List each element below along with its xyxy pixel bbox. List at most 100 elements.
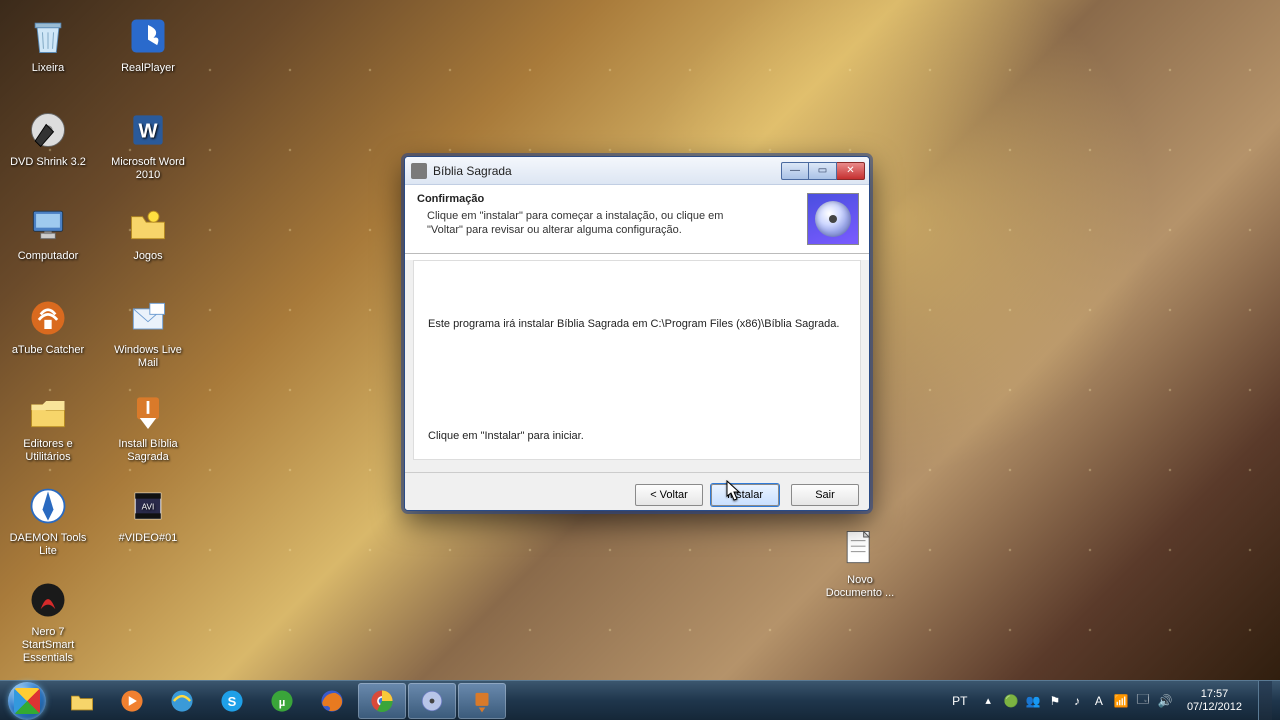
tray-flag-icon[interactable]: ⚑	[1047, 693, 1063, 709]
tray-battery-icon[interactable]: 🗔	[1135, 693, 1151, 709]
install-hint-text: Clique em "Instalar" para iniciar.	[428, 429, 846, 443]
tray-safe-remove-icon[interactable]: 🟢	[1003, 693, 1019, 709]
taskbar-items: Sµ	[54, 681, 506, 720]
windows-live-mail-icon	[124, 294, 172, 342]
dialog-header: Confirmação Clique em "instalar" para co…	[405, 185, 869, 254]
exit-button[interactable]: Sair	[791, 484, 859, 506]
close-button[interactable]: ✕	[837, 162, 865, 180]
cd-icon	[807, 193, 859, 245]
tray-wifi-icon[interactable]: 📶	[1113, 693, 1129, 709]
taskbar-item-disc[interactable]	[408, 683, 456, 719]
nero-icon	[24, 576, 72, 624]
taskbar: Sµ PT ▴ 🟢 👥 ⚑ ♪ A 📶 🗔 🔊 17:57 07/12/2012	[0, 680, 1280, 720]
disc-icon	[418, 687, 446, 715]
clock-time: 17:57	[1187, 688, 1242, 701]
desktop-icon-nero[interactable]: Nero 7 StartSmart Essentials	[8, 572, 88, 666]
taskbar-item-chrome[interactable]	[358, 683, 406, 719]
start-button[interactable]	[0, 681, 54, 720]
taskbar-item-firefox[interactable]	[308, 683, 356, 719]
dialog-footer: < Voltar Instalar Sair	[405, 473, 869, 511]
tray-audio-icon[interactable]: ♪	[1069, 693, 1085, 709]
desktop-icon-label: Computador	[18, 250, 79, 263]
clock-date: 07/12/2012	[1187, 701, 1242, 714]
desktop-icon-label: DAEMON Tools Lite	[8, 532, 88, 558]
desktop-icon-label: DVD Shrink 3.2	[10, 156, 86, 169]
tray-network-icon[interactable]: 👥	[1025, 693, 1041, 709]
desktop: Lixeira DVD Shrink 3.2 Computador aTube Cat…	[0, 0, 1280, 720]
desktop-icon-jogos[interactable]: Jogos	[108, 196, 188, 290]
video01-icon: AVI	[124, 482, 172, 530]
system-tray: PT ▴ 🟢 👥 ⚑ ♪ A 📶 🗔 🔊 17:57 07/12/2012	[946, 681, 1280, 720]
skype-icon: S	[218, 687, 246, 715]
install-button[interactable]: Instalar	[711, 484, 779, 506]
installer-dialog: Bíblia Sagrada — ▭ ✕ Confirmação Clique …	[404, 156, 870, 511]
desktop-icon-windows-live-mail[interactable]: Windows Live Mail	[108, 290, 188, 384]
desktop-icon-label: Install Bíblia Sagrada	[108, 438, 188, 464]
taskbar-item-ie[interactable]	[158, 683, 206, 719]
installer-icon	[468, 687, 496, 715]
show-desktop-button[interactable]	[1258, 681, 1272, 720]
chrome-icon	[368, 687, 396, 715]
dialog-heading: Confirmação	[417, 193, 797, 205]
app-icon	[411, 163, 427, 179]
ie-icon	[168, 687, 196, 715]
wmplayer-icon	[118, 687, 146, 715]
language-indicator[interactable]: PT	[946, 694, 973, 708]
computador-icon	[24, 200, 72, 248]
daemon-tools-icon	[24, 482, 72, 530]
desktop-icon-novo-documento[interactable]: Novo Documento ...	[820, 520, 900, 614]
atube-catcher-icon	[24, 294, 72, 342]
jogos-icon	[124, 200, 172, 248]
svg-text:S: S	[228, 693, 237, 708]
taskbar-clock[interactable]: 17:57 07/12/2012	[1181, 688, 1242, 714]
desktop-icon-video01[interactable]: AVI #VIDEO#01	[108, 478, 188, 572]
desktop-icons: Lixeira DVD Shrink 3.2 Computador aTube Cat…	[8, 8, 188, 666]
dialog-body: Este programa irá instalar Bíblia Sagrad…	[405, 260, 869, 473]
svg-text:AVI: AVI	[142, 503, 155, 512]
desktop-icon-realplayer[interactable]: RealPlayer	[108, 8, 188, 102]
desktop-icon-editores-utilitarios[interactable]: Editores e Utilitários	[8, 384, 88, 478]
window-title: Bíblia Sagrada	[433, 164, 781, 178]
install-path-text: Este programa irá instalar Bíblia Sagrad…	[428, 317, 846, 331]
desktop-icon-label: aTube Catcher	[12, 344, 84, 357]
desktop-icon-label: Lixeira	[32, 62, 64, 75]
desktop-icon-word-2010[interactable]: W Microsoft Word 2010	[108, 102, 188, 196]
back-button[interactable]: < Voltar	[635, 484, 703, 506]
taskbar-item-explorer[interactable]	[58, 683, 106, 719]
desktop-icon-computador[interactable]: Computador	[8, 196, 88, 290]
taskbar-item-skype[interactable]: S	[208, 683, 256, 719]
titlebar[interactable]: Bíblia Sagrada — ▭ ✕	[405, 157, 869, 185]
explorer-icon	[68, 687, 96, 715]
desktop-icon-lixeira[interactable]: Lixeira	[8, 8, 88, 102]
desktop-icon-daemon-tools[interactable]: DAEMON Tools Lite	[8, 478, 88, 572]
word-2010-icon: W	[124, 106, 172, 154]
tray-a-icon[interactable]: A	[1091, 693, 1107, 709]
desktop-icon-label: Editores e Utilitários	[8, 438, 88, 464]
tray-overflow-button[interactable]: ▴	[981, 694, 995, 707]
dialog-subheading: Clique em "instalar" para começar a inst…	[417, 209, 737, 237]
desktop-icon-label: Novo Documento ...	[820, 574, 900, 600]
taskbar-item-wmplayer[interactable]	[108, 683, 156, 719]
desktop-icon-label: Nero 7 StartSmart Essentials	[8, 626, 88, 665]
desktop-icon-dvd-shrink[interactable]: DVD Shrink 3.2	[8, 102, 88, 196]
taskbar-item-installer[interactable]	[458, 683, 506, 719]
desktop-icon-label: Jogos	[133, 250, 162, 263]
desktop-icon-atube-catcher[interactable]: aTube Catcher	[8, 290, 88, 384]
install-biblia-icon	[124, 388, 172, 436]
document-icon	[836, 524, 884, 572]
desktop-icon-install-biblia[interactable]: Install Bíblia Sagrada	[108, 384, 188, 478]
tray-volume-icon[interactable]: 🔊	[1157, 693, 1173, 709]
editores-utilitarios-icon	[24, 388, 72, 436]
svg-text:W: W	[138, 120, 157, 142]
dvd-shrink-icon	[24, 106, 72, 154]
desktop-icon-label: Windows Live Mail	[108, 344, 188, 370]
realplayer-icon	[124, 12, 172, 60]
svg-text:µ: µ	[279, 696, 286, 708]
desktop-icon-label: #VIDEO#01	[119, 532, 178, 545]
desktop-icon-label: RealPlayer	[121, 62, 175, 75]
minimize-button[interactable]: —	[781, 162, 809, 180]
taskbar-item-utorrent[interactable]: µ	[258, 683, 306, 719]
maximize-button[interactable]: ▭	[809, 162, 837, 180]
desktop-icon-label: Microsoft Word 2010	[108, 156, 188, 182]
windows-orb-icon	[8, 682, 46, 720]
